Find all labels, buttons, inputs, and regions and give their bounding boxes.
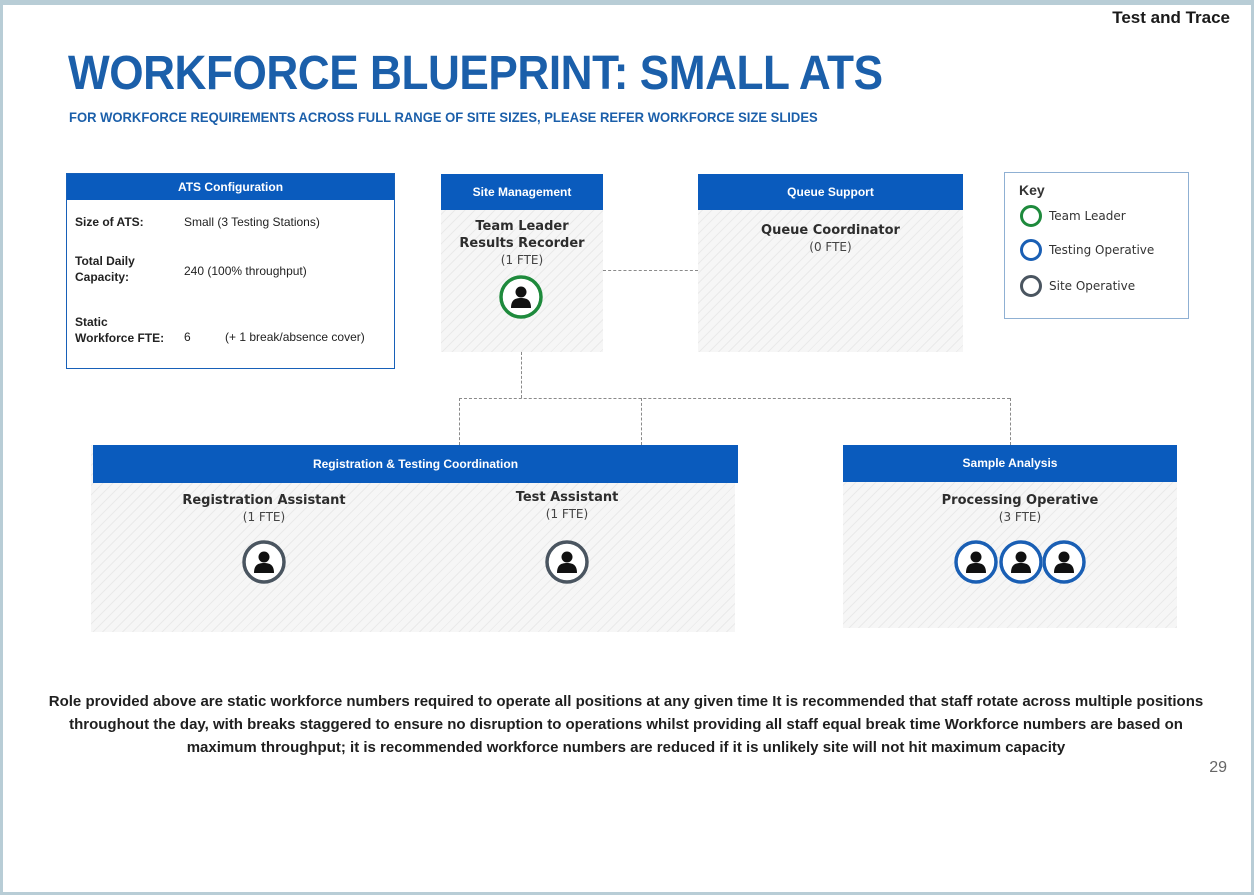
role-name-test-assistant: Test Assistant xyxy=(515,490,619,505)
testing-operative-avatar-icon xyxy=(1042,540,1086,584)
page-number: 29 xyxy=(1209,759,1227,776)
brand-label: Test and Trace xyxy=(1112,8,1230,27)
site-management-role: Team Leader Results Recorder (1 FTE) xyxy=(441,218,603,268)
queue-support-panel: Queue Support Queue Coordinator (0 FTE) xyxy=(698,174,963,352)
connector-to-sample-analysis xyxy=(1010,398,1011,445)
page-subtitle: FOR WORKFORCE REQUIREMENTS ACROSS FULL R… xyxy=(69,109,818,125)
role-name-queue-coordinator: Queue Coordinator xyxy=(761,223,900,238)
registration-assistant-role: Registration Assistant (1 FTE) xyxy=(164,492,364,525)
queue-support-role: Queue Coordinator (0 FTE) xyxy=(698,222,963,255)
key-title: Key xyxy=(1019,182,1045,198)
ats-fte-label-line2: Workforce FTE: xyxy=(75,331,165,345)
sample-analysis-heading: Sample Analysis xyxy=(843,445,1177,482)
role-name-registration-assistant: Registration Assistant xyxy=(182,493,346,508)
key-label-site-operative: Site Operative xyxy=(1049,279,1136,293)
testing-operative-key-icon xyxy=(1020,239,1042,261)
ats-capacity-label-line1: Total Daily xyxy=(75,254,135,268)
ats-fte-value: 6 xyxy=(184,330,191,344)
site-operative-avatar-icon xyxy=(545,540,589,584)
test-assistant-role: Test Assistant (1 FTE) xyxy=(467,489,667,522)
connector-site-down xyxy=(521,352,522,398)
ats-configuration-heading: ATS Configuration xyxy=(67,174,394,200)
team-leader-avatar-icon xyxy=(499,275,543,319)
role-name-processing-operative: Processing Operative xyxy=(941,493,1099,508)
ats-capacity-value: 240 (100% throughput) xyxy=(184,264,307,278)
role-fte: (3 FTE) xyxy=(998,510,1042,524)
queue-support-heading: Queue Support xyxy=(698,174,963,210)
ats-size-label: Size of ATS: xyxy=(75,215,144,229)
key-label-testing-operative: Testing Operative xyxy=(1049,243,1155,257)
testing-operative-avatar-icon xyxy=(999,540,1043,584)
ats-capacity-label-line2: Capacity: xyxy=(75,270,130,284)
registration-testing-heading: Registration & Testing Coordination xyxy=(93,445,738,483)
role-fte: (1 FTE) xyxy=(500,253,544,267)
site-management-heading: Site Management xyxy=(441,174,603,210)
processing-operative-role: Processing Operative (3 FTE) xyxy=(843,492,1197,525)
key-legend: Key Team Leader Testing Operative Site O… xyxy=(1004,172,1189,319)
role-name-results-recorder: Results Recorder xyxy=(459,236,585,251)
page-title: WORKFORCE BLUEPRINT: SMALL ATS xyxy=(68,47,883,100)
ats-configuration-box: ATS Configuration Size of ATS: Small (3 … xyxy=(66,173,395,369)
key-label-team-leader: Team Leader xyxy=(1049,209,1126,223)
footnote-text: Role provided above are static workforce… xyxy=(48,693,1204,756)
ats-fte-note: (+ 1 break/absence cover) xyxy=(225,330,365,344)
site-management-panel: Site Management Team Leader Results Reco… xyxy=(441,174,603,352)
connector-horizontal-bus xyxy=(459,398,1010,399)
registration-testing-panel: Registration & Testing Coordination Regi… xyxy=(91,445,738,632)
site-operative-avatar-icon xyxy=(242,540,286,584)
connector-to-registration-right xyxy=(641,398,642,445)
ats-size-value: Small (3 Testing Stations) xyxy=(184,215,320,229)
ats-fte-label-line1: Static xyxy=(75,315,108,329)
role-fte: (1 FTE) xyxy=(242,510,286,524)
testing-operative-avatar-icon xyxy=(954,540,998,584)
team-leader-key-icon xyxy=(1020,205,1042,227)
sample-analysis-panel: Sample Analysis Processing Operative (3 … xyxy=(843,445,1177,628)
connector-to-registration-left xyxy=(459,398,460,445)
connector-site-to-queue xyxy=(603,270,698,271)
site-operative-key-icon xyxy=(1020,275,1042,297)
role-name-team-leader: Team Leader xyxy=(475,219,569,234)
role-fte: (0 FTE) xyxy=(809,240,852,254)
role-fte: (1 FTE) xyxy=(545,507,589,521)
